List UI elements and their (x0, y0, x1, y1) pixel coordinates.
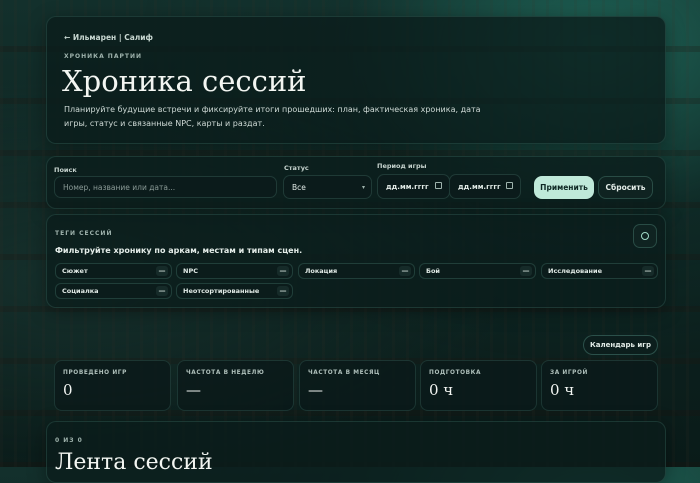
status-select[interactable]: Все ▾ (283, 175, 372, 199)
search-input[interactable]: Номер, название или дата... (54, 176, 277, 198)
stat-card: ЗА ИГРОЙ 0 ч (541, 360, 658, 411)
tags-help: Фильтруйте хронику по аркам, местам и ти… (55, 246, 303, 255)
stat-card: ПОДГОТОВКА 0 ч (420, 360, 537, 411)
tag-chip[interactable]: Исследование — (541, 263, 658, 279)
chevron-down-icon: ▾ (361, 184, 365, 191)
search-label: Поиск (54, 166, 77, 174)
tags-panel: ТЕГИ СЕССИЙ Фильтруйте хронику по аркам,… (46, 214, 666, 308)
stat-card: ПРОВЕДЕНО ИГР 0 (54, 360, 171, 411)
settings-gear-icon[interactable] (633, 224, 657, 248)
stat-label: ЗА ИГРОЙ (550, 370, 588, 376)
calendar-icon (435, 182, 442, 189)
stat-card: ЧАСТОТА В МЕСЯЦ — (299, 360, 416, 411)
minus-icon[interactable]: — (642, 266, 654, 276)
date-from-value: дд.мм.гггг (386, 182, 429, 191)
tag-label: Локация (305, 267, 338, 275)
status-value: Все (292, 182, 306, 192)
date-to-input[interactable]: дд.мм.гггг (449, 174, 521, 199)
page-title: Хроника сессий (62, 64, 307, 98)
date-to-value: дд.мм.гггг (458, 182, 501, 191)
calendar-icon (506, 182, 513, 189)
period-label: Период игры (377, 162, 427, 170)
date-from-input[interactable]: дд.мм.гггг (377, 174, 450, 199)
minus-icon[interactable]: — (399, 266, 411, 276)
status-label: Статус (284, 164, 309, 172)
calendar-button[interactable]: Календарь игр (583, 335, 658, 355)
apply-button[interactable]: Применить (534, 176, 594, 199)
tag-chip[interactable]: Социалка — (55, 283, 172, 299)
tag-label: Бой (426, 267, 440, 275)
hero-eyebrow: ХРОНИКА ПАРТИИ (64, 53, 143, 60)
tag-chip[interactable]: Неотсортированные — (176, 283, 293, 299)
tag-label: Исследование (548, 267, 602, 275)
stat-label: ПРОВЕДЕНО ИГР (63, 370, 127, 376)
tag-label: Сюжет (62, 267, 88, 275)
stat-label: ЧАСТОТА В МЕСЯЦ (308, 370, 381, 376)
minus-icon[interactable]: — (156, 266, 168, 276)
stat-value: 0 ч (429, 381, 454, 399)
feed-count: 0 ИЗ 0 (55, 437, 83, 444)
minus-icon[interactable]: — (277, 286, 289, 296)
page-description: Планируйте будущие встречи и фиксируйте … (64, 105, 481, 128)
tag-chip[interactable]: Бой — (419, 263, 536, 279)
tag-chip[interactable]: Локация — (298, 263, 415, 279)
tag-chip[interactable]: NPC — (176, 263, 293, 279)
tag-label: Неотсортированные (183, 287, 260, 295)
stat-card: ЧАСТОТА В НЕДЕЛЮ — (177, 360, 294, 411)
stat-label: ЧАСТОТА В НЕДЕЛЮ (186, 370, 265, 376)
stat-value: 0 (63, 381, 73, 399)
stat-value: — (308, 381, 323, 399)
tags-eyebrow: ТЕГИ СЕССИЙ (55, 230, 113, 237)
feed-panel: 0 ИЗ 0 Лента сессий (46, 421, 666, 483)
back-link[interactable]: ← Ильмарен | Салиф (64, 33, 153, 42)
minus-icon[interactable]: — (277, 266, 289, 276)
tag-chip[interactable]: Сюжет — (55, 263, 172, 279)
reset-button[interactable]: Сбросить (598, 176, 653, 199)
stat-label: ПОДГОТОВКА (429, 370, 482, 376)
search-placeholder: Номер, название или дата... (63, 182, 176, 192)
filters-panel: Поиск Номер, название или дата... Статус… (46, 156, 666, 209)
minus-icon[interactable]: — (520, 266, 532, 276)
stat-value: 0 ч (550, 381, 575, 399)
tag-label: Социалка (62, 287, 99, 295)
feed-title: Лента сессий (55, 450, 213, 475)
minus-icon[interactable]: — (156, 286, 168, 296)
hero-panel: ← Ильмарен | Салиф ХРОНИКА ПАРТИИ Хроник… (46, 16, 666, 144)
tag-label: NPC (183, 267, 198, 275)
stat-value: — (186, 381, 201, 399)
